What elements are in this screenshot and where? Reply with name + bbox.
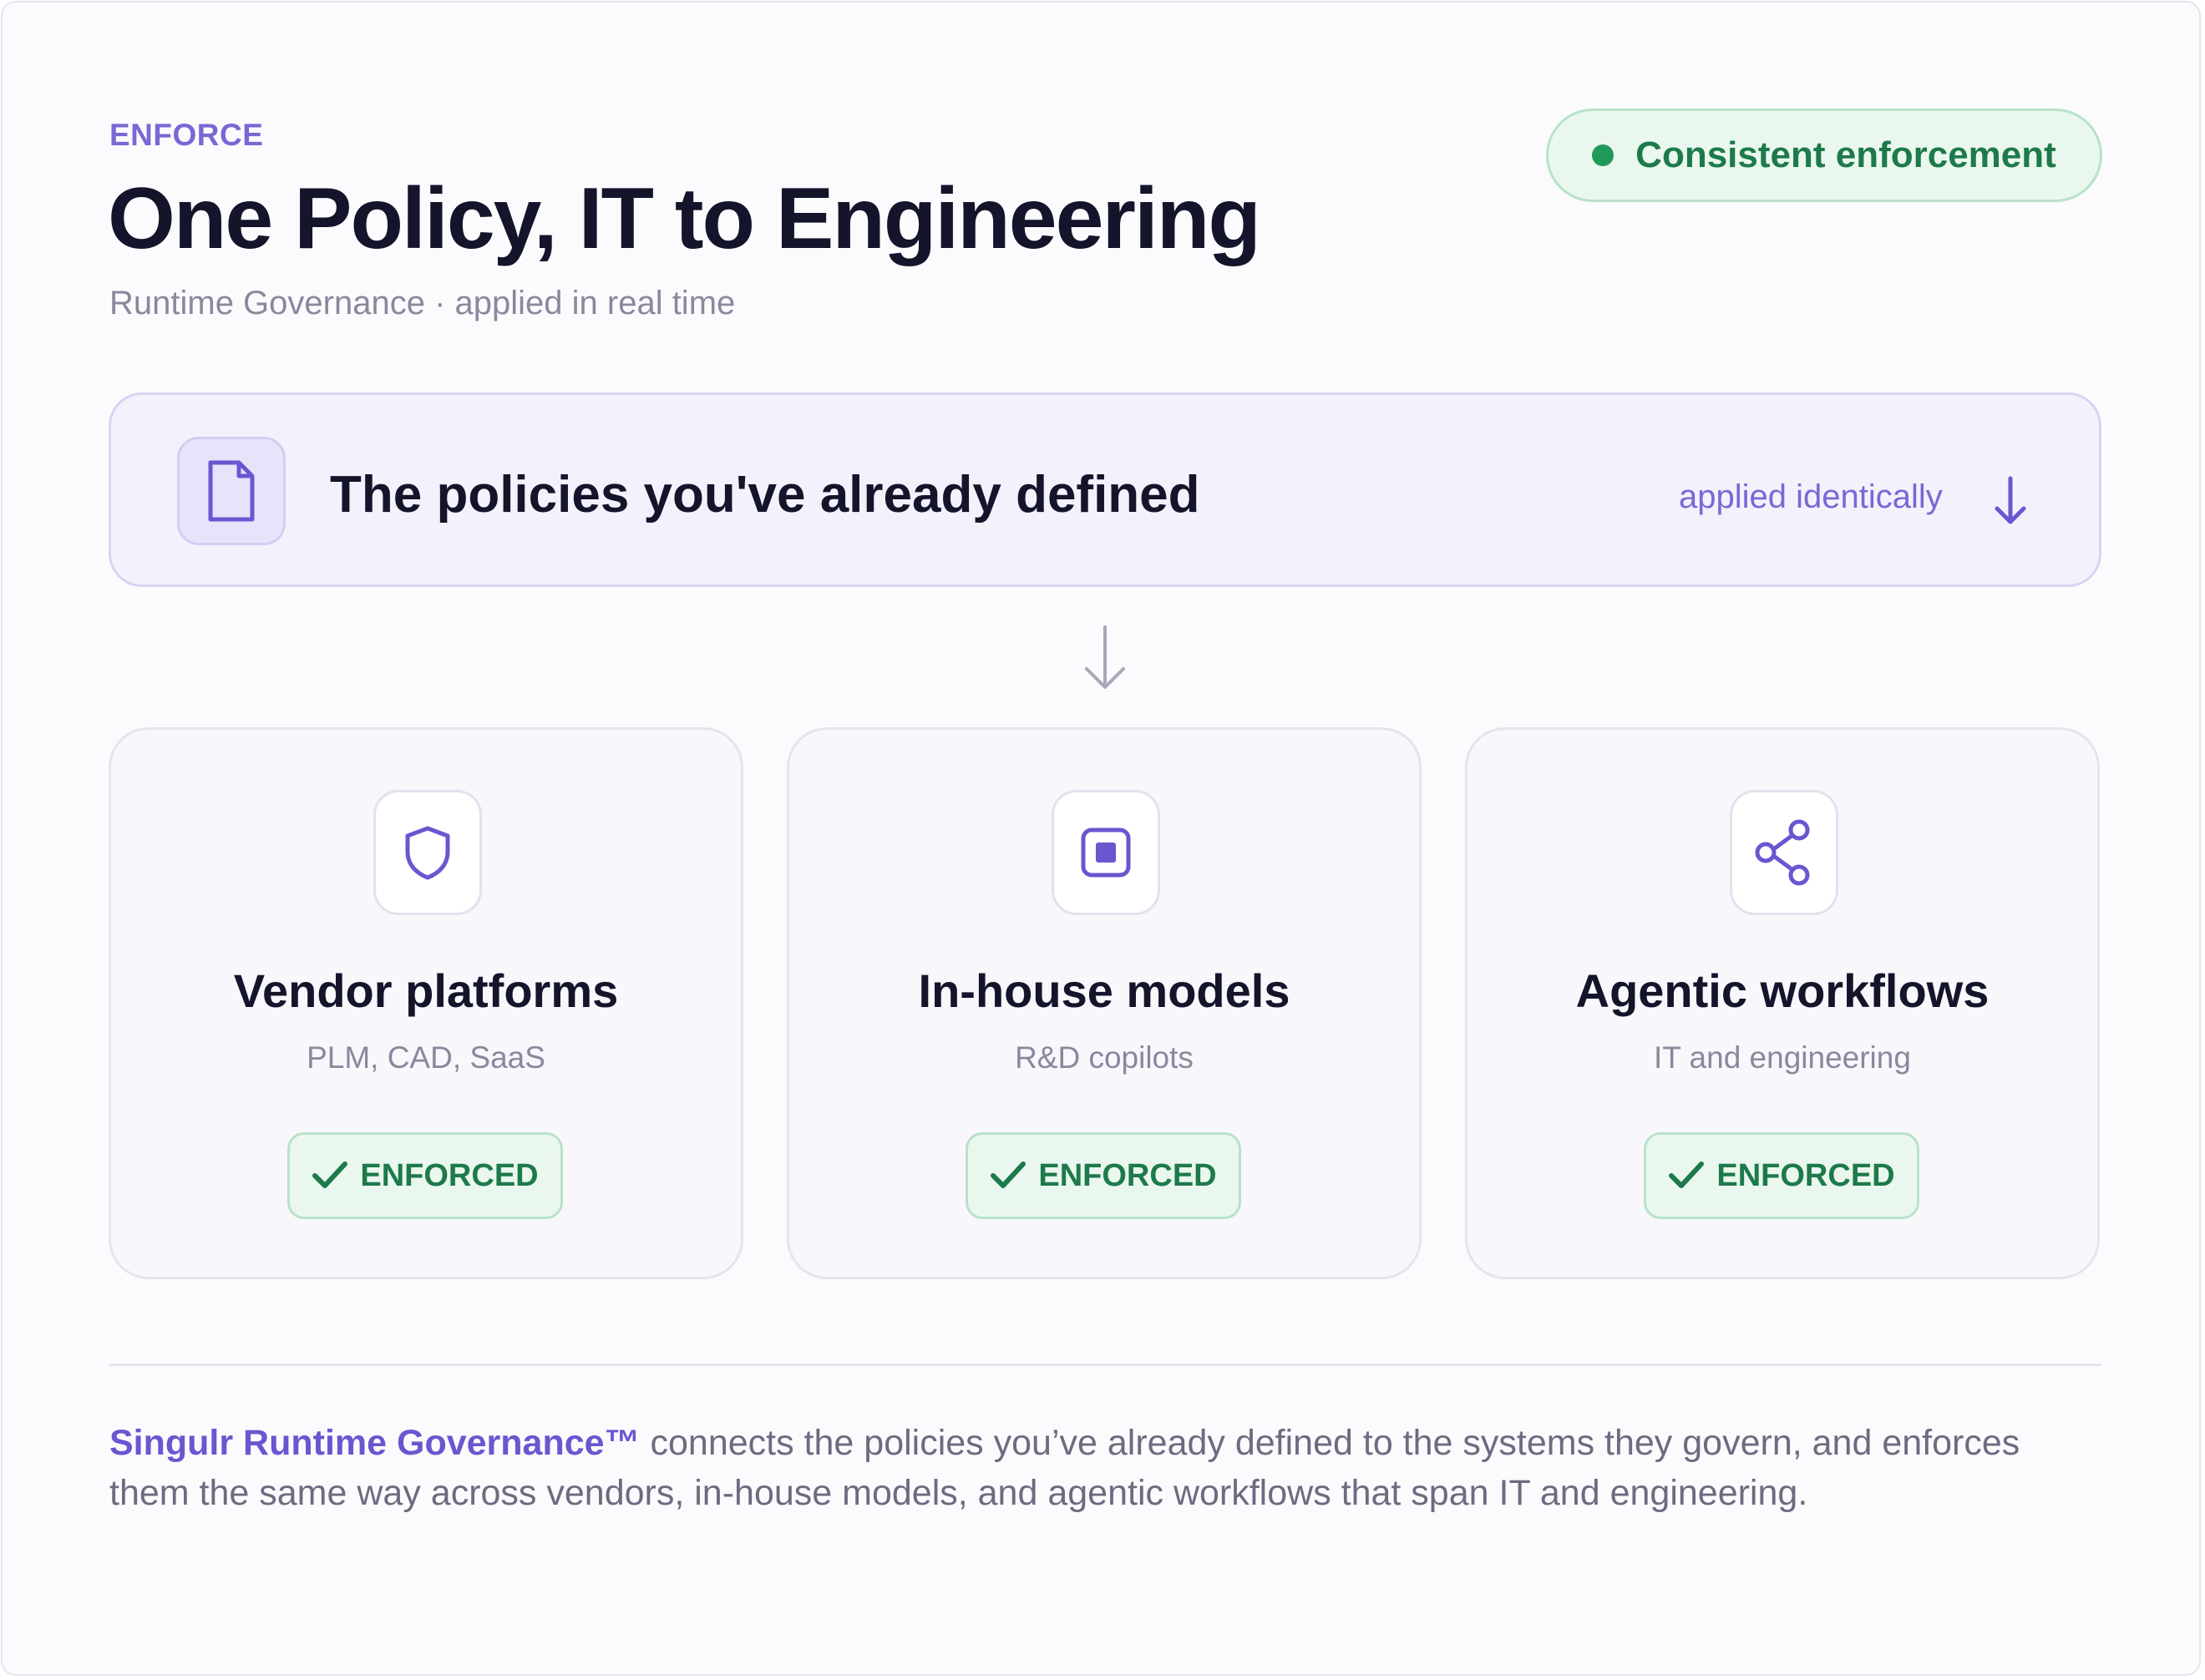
status-pill: Consistent enforcement <box>1546 109 2102 202</box>
card-subtitle: R&D copilots <box>1015 1040 1194 1075</box>
brand-name: Singulr Runtime Governance™ <box>109 1423 641 1463</box>
arrow-down-icon <box>1992 475 2029 531</box>
page-subtitle: Runtime Governance · applied in real tim… <box>109 285 736 321</box>
chip-icon <box>1052 790 1160 915</box>
check-icon <box>1669 1161 1705 1188</box>
arrow-down-icon <box>1080 624 1130 696</box>
card-agentic-workflows: Agentic workflows IT and engineering ENF… <box>1465 727 2100 1279</box>
section-eyebrow: ENFORCE <box>109 118 264 152</box>
check-icon <box>991 1161 1026 1188</box>
badge-label: ENFORCED <box>1716 1157 1895 1193</box>
card-title: Agentic workflows <box>1575 964 1990 1017</box>
footer-description: Singulr Runtime Governance™ connects the… <box>109 1418 2106 1518</box>
policy-banner: The policies you've already defined appl… <box>109 392 2101 587</box>
badge-label: ENFORCED <box>1038 1157 1217 1193</box>
enforced-badge: ENFORCED <box>966 1132 1241 1219</box>
card-vendor-platforms: Vendor platforms PLM, CAD, SaaS ENFORCED <box>109 727 743 1279</box>
status-pill-label: Consistent enforcement <box>1635 134 2056 175</box>
card-in-house-models: In-house models R&D copilots ENFORCED <box>787 727 1422 1279</box>
share-nodes-icon <box>1730 790 1838 915</box>
policy-banner-text: The policies you've already defined <box>330 466 1200 524</box>
enforced-badge: ENFORCED <box>287 1132 563 1219</box>
card-subtitle: IT and engineering <box>1654 1040 1911 1075</box>
divider <box>109 1364 2101 1366</box>
enforced-badge: ENFORCED <box>1644 1132 1919 1219</box>
card-title: In-house models <box>918 964 1290 1017</box>
slide-card: ENFORCE One Policy, IT to Engineering Ru… <box>1 1 2201 1676</box>
document-icon <box>177 437 286 545</box>
check-icon <box>312 1161 348 1188</box>
shield-icon <box>373 790 482 915</box>
status-dot-icon <box>1592 144 1614 166</box>
badge-label: ENFORCED <box>360 1157 539 1193</box>
page-title: One Policy, IT to Engineering <box>108 170 1261 267</box>
applied-identically-label: applied identically <box>1679 478 1943 515</box>
card-subtitle: PLM, CAD, SaaS <box>307 1040 545 1075</box>
card-title: Vendor platforms <box>233 964 619 1017</box>
